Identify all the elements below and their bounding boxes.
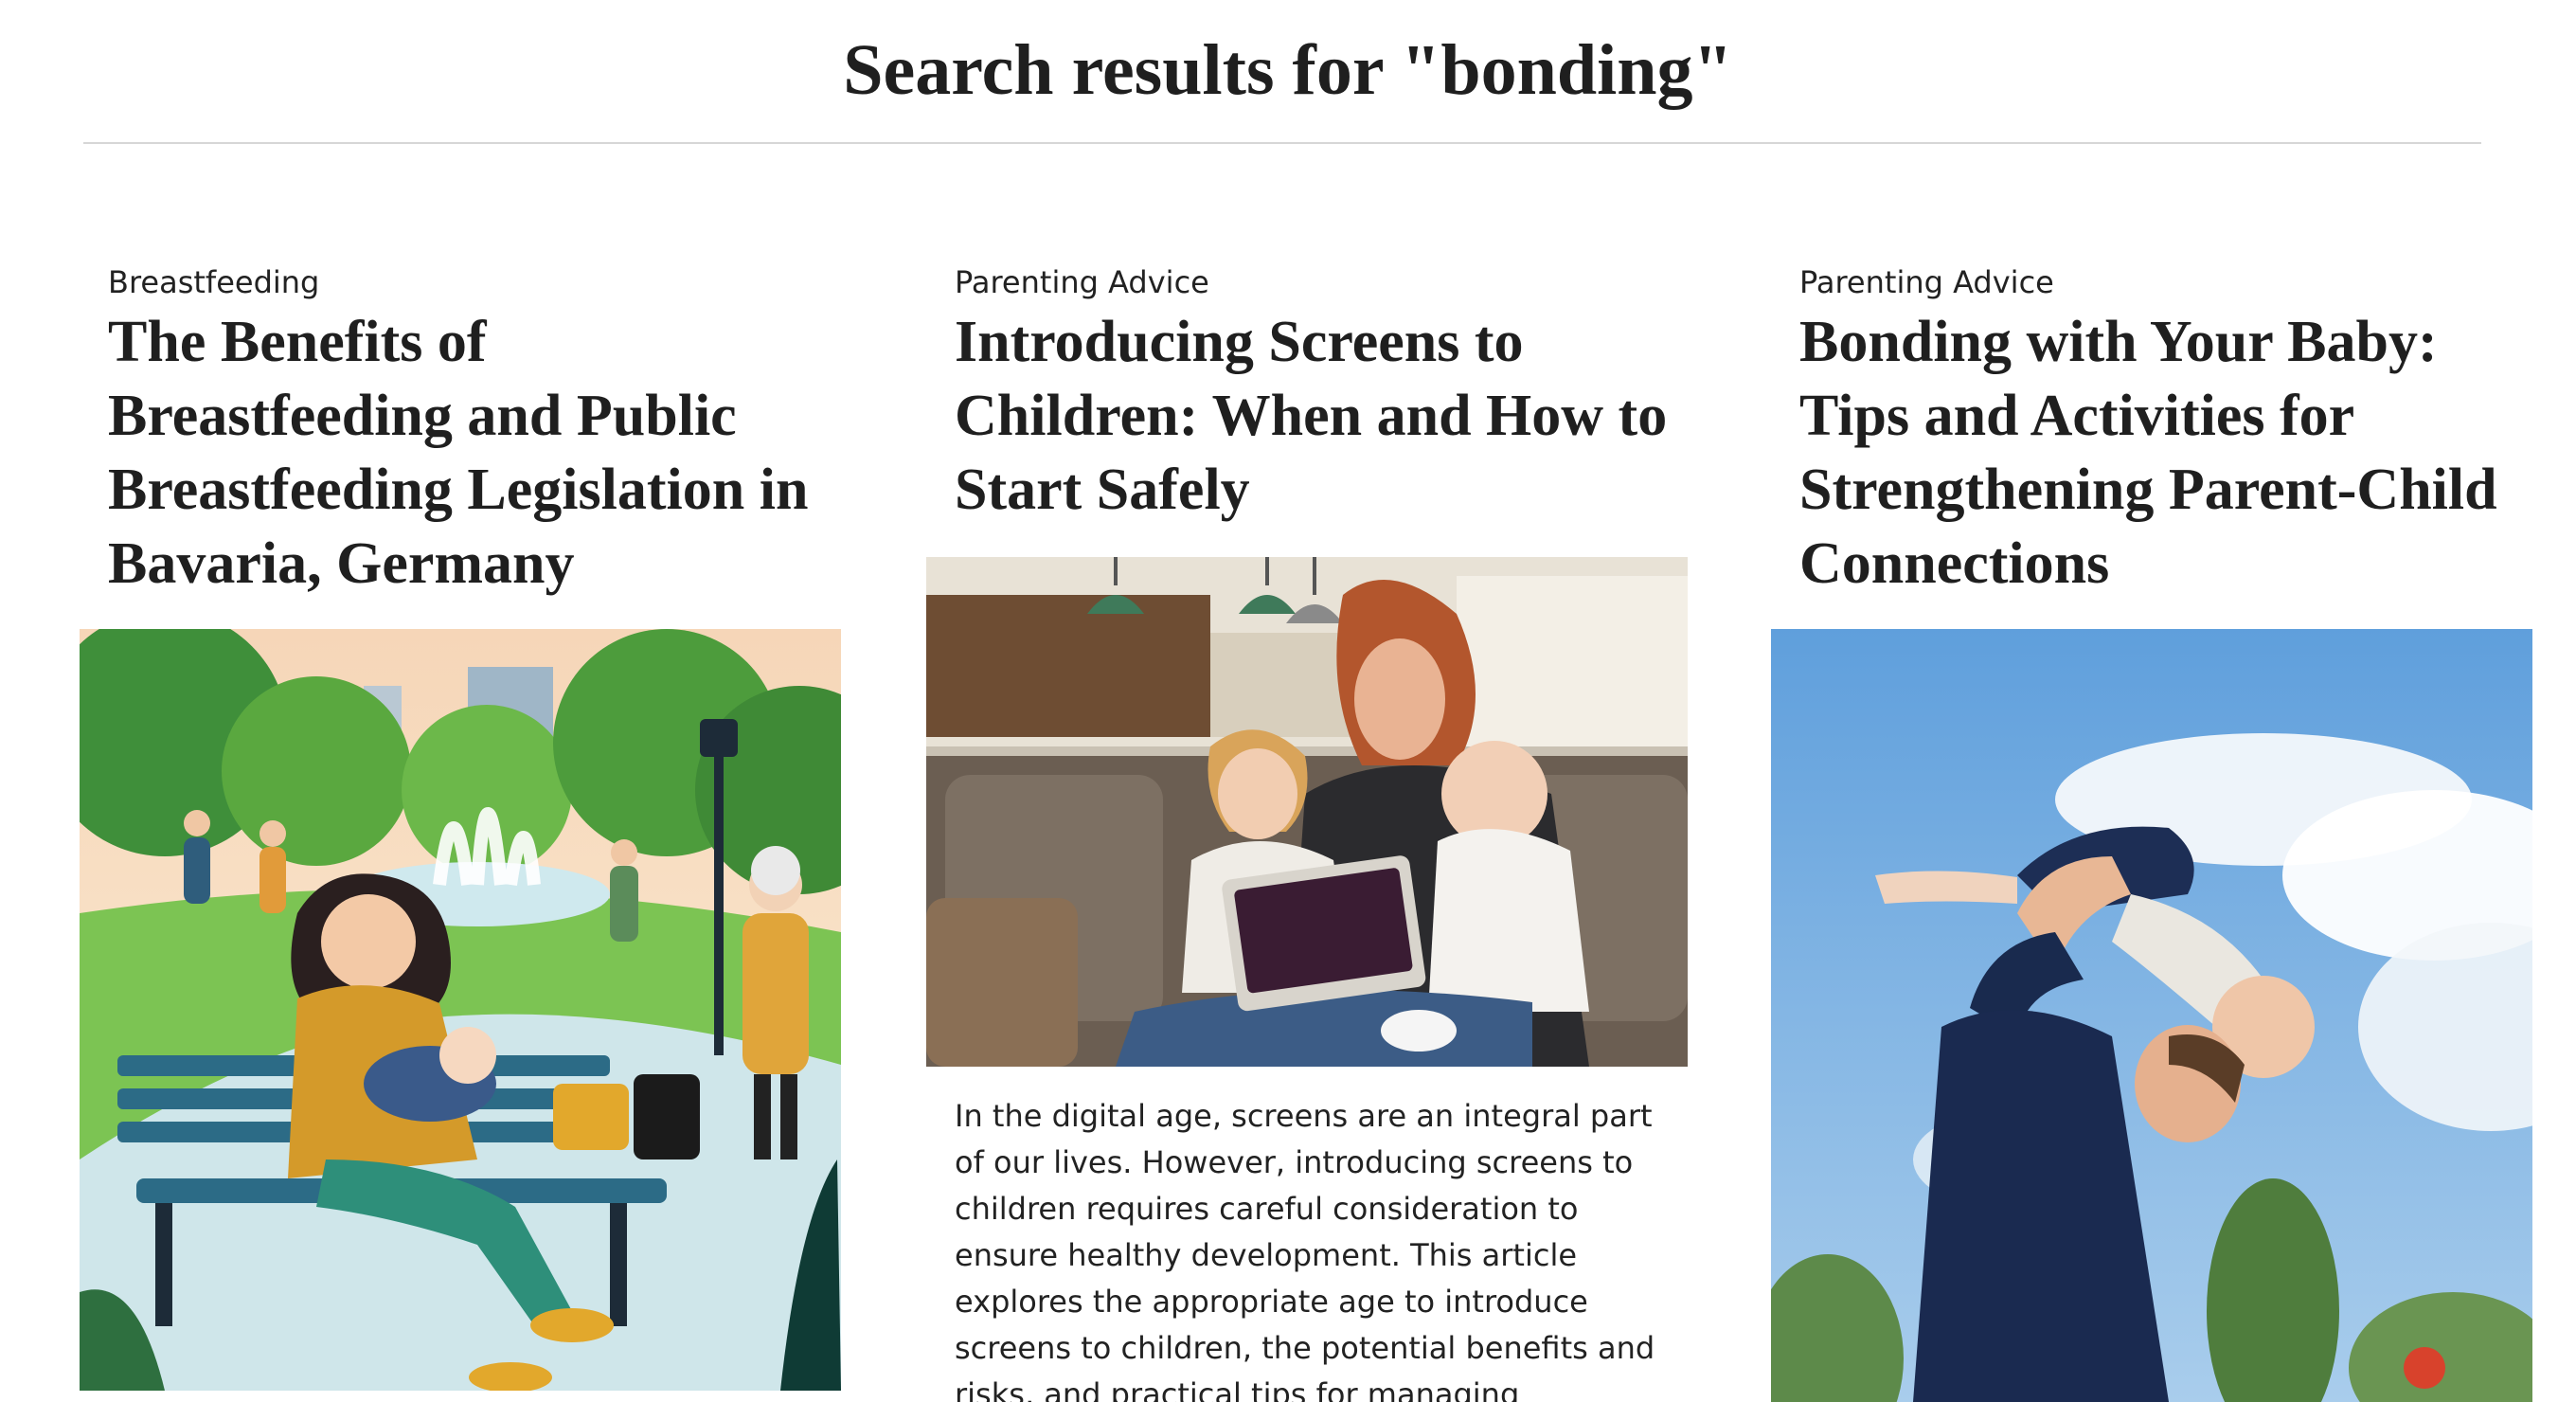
page-title: Search results for "bonding"	[843, 30, 1733, 110]
card-image[interactable]	[1771, 629, 2532, 1402]
search-result-card: Breastfeeding The Benefits of Breastfeed…	[80, 256, 856, 1402]
card-excerpt: In the digital age, screens are an integ…	[955, 1098, 1655, 1402]
park-breastfeeding-illustration	[80, 629, 841, 1391]
card-image[interactable]	[80, 629, 841, 1391]
family-tablet-photo	[926, 557, 1688, 1067]
card-image[interactable]	[926, 557, 1688, 1067]
card-title-link[interactable]: Bonding with Your Baby: Tips and Activit…	[1799, 305, 2529, 601]
card-category[interactable]: Breastfeeding	[108, 260, 319, 305]
title-divider	[83, 142, 2481, 144]
search-result-card: Parenting Advice Bonding with Your Baby:…	[1771, 256, 2548, 1402]
father-lifting-baby-photo	[1771, 629, 2532, 1402]
card-category[interactable]: Parenting Advice	[955, 260, 1209, 305]
card-title-link[interactable]: The Benefits of Breastfeeding and Public…	[108, 305, 837, 601]
search-result-card: Parenting Advice Introducing Screens to …	[926, 256, 1703, 1402]
card-category[interactable]: Parenting Advice	[1799, 260, 2054, 305]
card-title-link[interactable]: Introducing Screens to Children: When an…	[955, 305, 1684, 527]
